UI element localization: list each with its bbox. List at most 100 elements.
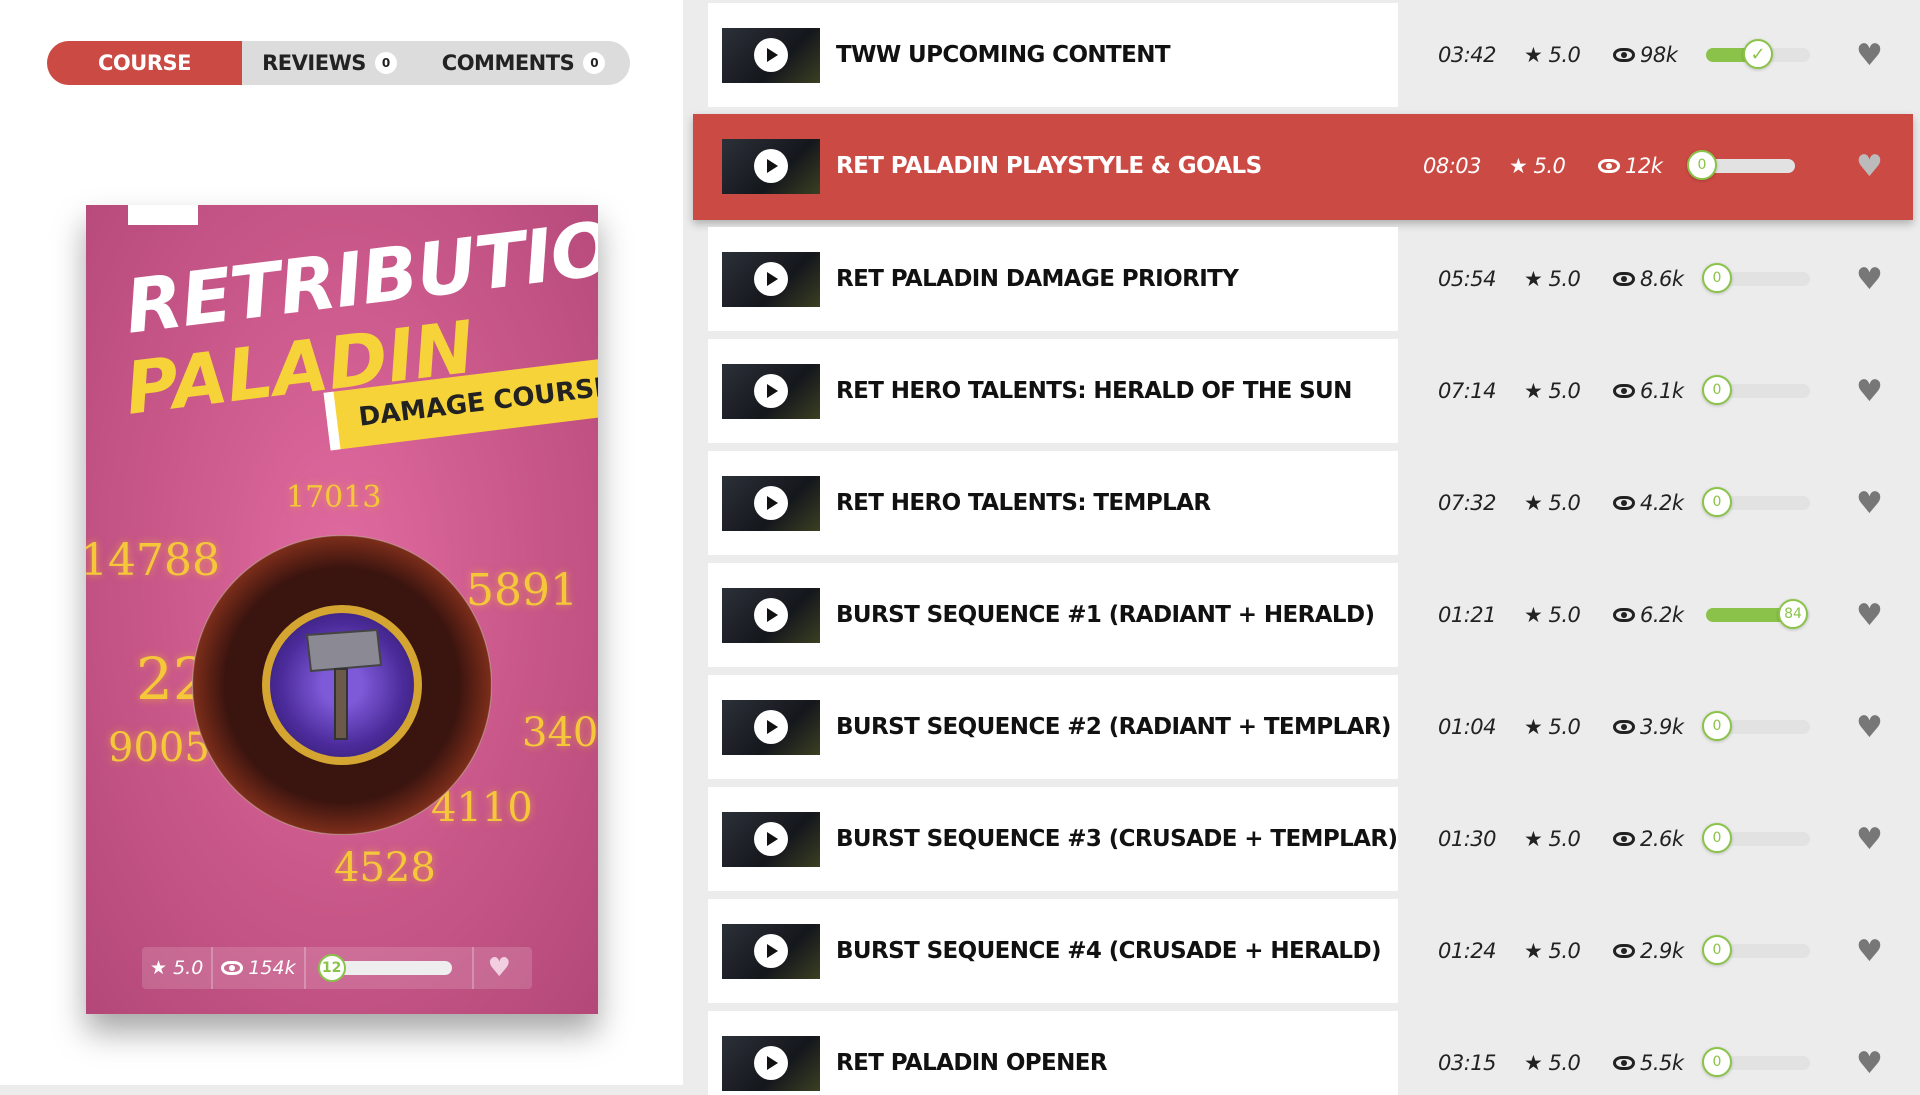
lesson-thumbnail[interactable]	[722, 475, 820, 531]
lesson-title-cell[interactable]: RET PALADIN PLAYSTYLE & GOALS	[708, 114, 1398, 218]
lesson-rating-value: 5.0	[1548, 491, 1581, 515]
heart-icon[interactable]: ♥	[1856, 937, 1883, 967]
star-icon: ★	[1524, 939, 1543, 963]
lesson-thumbnail[interactable]	[722, 1035, 820, 1091]
cover-rating-value: 5.0	[173, 957, 204, 979]
lesson-row[interactable]: RET HERO TALENTS: HERALD OF THE SUN 07:1…	[708, 339, 1898, 443]
heart-icon[interactable]: ♥	[1856, 825, 1883, 855]
lesson-views: 4.2k	[1613, 451, 1684, 555]
lesson-views-value: 2.9k	[1640, 939, 1684, 963]
lesson-title-cell[interactable]: BURST SEQUENCE #3 (CRUSADE + TEMPLAR)	[708, 787, 1398, 891]
heart-icon[interactable]: ♥	[1856, 377, 1883, 407]
lesson-progress-bar: 0	[1702, 935, 1810, 965]
lesson-row[interactable]: TWW UPCOMING CONTENT 03:42 ★ 5.0 98k ✓ ♥	[708, 3, 1898, 107]
lesson-title[interactable]: BURST SEQUENCE #3 (CRUSADE + TEMPLAR)	[836, 826, 1398, 852]
lesson-rating-value: 5.0	[1548, 43, 1581, 67]
lesson-rating: ★ 5.0	[1524, 899, 1581, 1003]
lesson-views: 6.2k	[1613, 563, 1684, 667]
lesson-progress-bar: 0	[1702, 263, 1810, 293]
lesson-duration: 08:03	[1423, 154, 1482, 178]
lesson-row[interactable]: RET PALADIN OPENER 03:15 ★ 5.0 5.5k 0 ♥	[708, 1011, 1898, 1095]
lesson-row[interactable]: RET HERO TALENTS: TEMPLAR 07:32 ★ 5.0 4.…	[708, 451, 1898, 555]
star-icon: ★	[1524, 491, 1543, 515]
lesson-title-cell[interactable]: TWW UPCOMING CONTENT	[708, 3, 1398, 107]
lesson-progress-knob: 0	[1702, 263, 1732, 293]
lesson-title-cell[interactable]: RET HERO TALENTS: TEMPLAR	[708, 451, 1398, 555]
lesson-progress-knob: 0	[1702, 487, 1732, 517]
lesson-title-cell[interactable]: RET PALADIN DAMAGE PRIORITY	[708, 227, 1398, 331]
cover-tag	[128, 205, 198, 225]
lesson-thumbnail[interactable]	[722, 27, 820, 83]
lesson-views: 3.9k	[1613, 675, 1684, 779]
lesson-thumbnail[interactable]	[722, 251, 820, 307]
lesson-title[interactable]: BURST SEQUENCE #1 (RADIANT + HERALD)	[836, 602, 1375, 628]
star-icon: ★	[1524, 603, 1543, 627]
play-icon[interactable]	[754, 934, 788, 968]
lesson-title[interactable]: RET PALADIN OPENER	[836, 1050, 1108, 1076]
eye-icon	[1613, 496, 1635, 510]
lesson-title[interactable]: RET HERO TALENTS: TEMPLAR	[836, 490, 1211, 516]
star-icon: ★	[150, 957, 168, 979]
lesson-row[interactable]: RET PALADIN PLAYSTYLE & GOALS 08:03 ★ 5.…	[693, 114, 1913, 220]
play-icon[interactable]	[754, 822, 788, 856]
play-icon[interactable]	[754, 262, 788, 296]
lesson-title[interactable]: BURST SEQUENCE #2 (RADIANT + TEMPLAR)	[836, 714, 1391, 740]
tab-comments[interactable]: COMMENTS 0	[417, 41, 630, 85]
lesson-progress-knob: 0	[1687, 150, 1717, 180]
lesson-duration: 07:32	[1438, 491, 1497, 515]
lesson-rating-value: 5.0	[1548, 939, 1581, 963]
lesson-row[interactable]: BURST SEQUENCE #2 (RADIANT + TEMPLAR) 01…	[708, 675, 1898, 779]
lesson-rating: ★ 5.0	[1524, 1011, 1581, 1095]
play-icon[interactable]	[754, 710, 788, 744]
lesson-title[interactable]: RET PALADIN DAMAGE PRIORITY	[836, 266, 1239, 292]
lesson-title-cell[interactable]: BURST SEQUENCE #4 (CRUSADE + HERALD)	[708, 899, 1398, 1003]
lesson-progress-knob: 0	[1702, 1047, 1732, 1077]
lesson-thumbnail[interactable]	[722, 587, 820, 643]
eye-icon	[1613, 944, 1635, 958]
heart-icon[interactable]: ♥	[1856, 601, 1883, 631]
tab-reviews[interactable]: REVIEWS 0	[242, 41, 417, 85]
star-icon: ★	[1524, 827, 1543, 851]
lesson-progress-knob: 0	[1702, 823, 1732, 853]
lesson-thumbnail[interactable]	[722, 699, 820, 755]
lesson-title-cell[interactable]: BURST SEQUENCE #1 (RADIANT + HERALD)	[708, 563, 1398, 667]
play-icon[interactable]	[754, 149, 788, 183]
lesson-thumbnail[interactable]	[722, 138, 820, 194]
heart-icon[interactable]: ♥	[1856, 41, 1883, 71]
lesson-title[interactable]: TWW UPCOMING CONTENT	[836, 42, 1171, 68]
lesson-row[interactable]: BURST SEQUENCE #3 (CRUSADE + TEMPLAR) 01…	[708, 787, 1898, 891]
play-icon[interactable]	[754, 374, 788, 408]
tab-course[interactable]: COURSE	[47, 41, 242, 85]
lesson-title[interactable]: BURST SEQUENCE #4 (CRUSADE + HERALD)	[836, 938, 1381, 964]
lesson-duration: 01:24	[1438, 939, 1497, 963]
lesson-title[interactable]: RET HERO TALENTS: HERALD OF THE SUN	[836, 378, 1352, 404]
cover-progress: 12	[306, 947, 474, 989]
eye-icon	[1598, 159, 1620, 173]
lesson-thumbnail[interactable]	[722, 811, 820, 867]
play-icon[interactable]	[754, 598, 788, 632]
lesson-thumbnail[interactable]	[722, 923, 820, 979]
lesson-views-value: 3.9k	[1640, 715, 1684, 739]
lesson-row[interactable]: BURST SEQUENCE #1 (RADIANT + HERALD) 01:…	[708, 563, 1898, 667]
heart-icon[interactable]: ♥	[1856, 1049, 1883, 1079]
play-icon[interactable]	[754, 486, 788, 520]
lesson-title-cell[interactable]: RET PALADIN OPENER	[708, 1011, 1398, 1095]
heart-icon[interactable]: ♥	[1856, 489, 1883, 519]
play-icon[interactable]	[754, 1046, 788, 1080]
eye-icon	[1613, 384, 1635, 398]
heart-icon[interactable]: ♥	[1856, 152, 1883, 182]
lesson-title-cell[interactable]: RET HERO TALENTS: HERALD OF THE SUN	[708, 339, 1398, 443]
heart-icon[interactable]: ♥	[1856, 265, 1883, 295]
heart-icon[interactable]: ♥	[474, 947, 519, 989]
course-cover[interactable]: RETRIBUTION PALADIN DAMAGE COURSE 17013 …	[86, 205, 598, 1014]
heart-icon[interactable]: ♥	[1856, 713, 1883, 743]
lesson-row[interactable]: BURST SEQUENCE #4 (CRUSADE + HERALD) 01:…	[708, 899, 1898, 1003]
course-panel: COURSE REVIEWS 0 COMMENTS 0 RETRIBUTION PA…	[0, 0, 683, 1085]
tab-reviews-label: REVIEWS	[262, 51, 366, 75]
lesson-row[interactable]: RET PALADIN DAMAGE PRIORITY 05:54 ★ 5.0 …	[708, 227, 1898, 331]
lesson-thumbnail[interactable]	[722, 363, 820, 419]
lesson-title[interactable]: RET PALADIN PLAYSTYLE & GOALS	[836, 153, 1262, 179]
cover-number: 340	[522, 710, 598, 756]
lesson-title-cell[interactable]: BURST SEQUENCE #2 (RADIANT + TEMPLAR)	[708, 675, 1398, 779]
play-icon[interactable]	[754, 38, 788, 72]
